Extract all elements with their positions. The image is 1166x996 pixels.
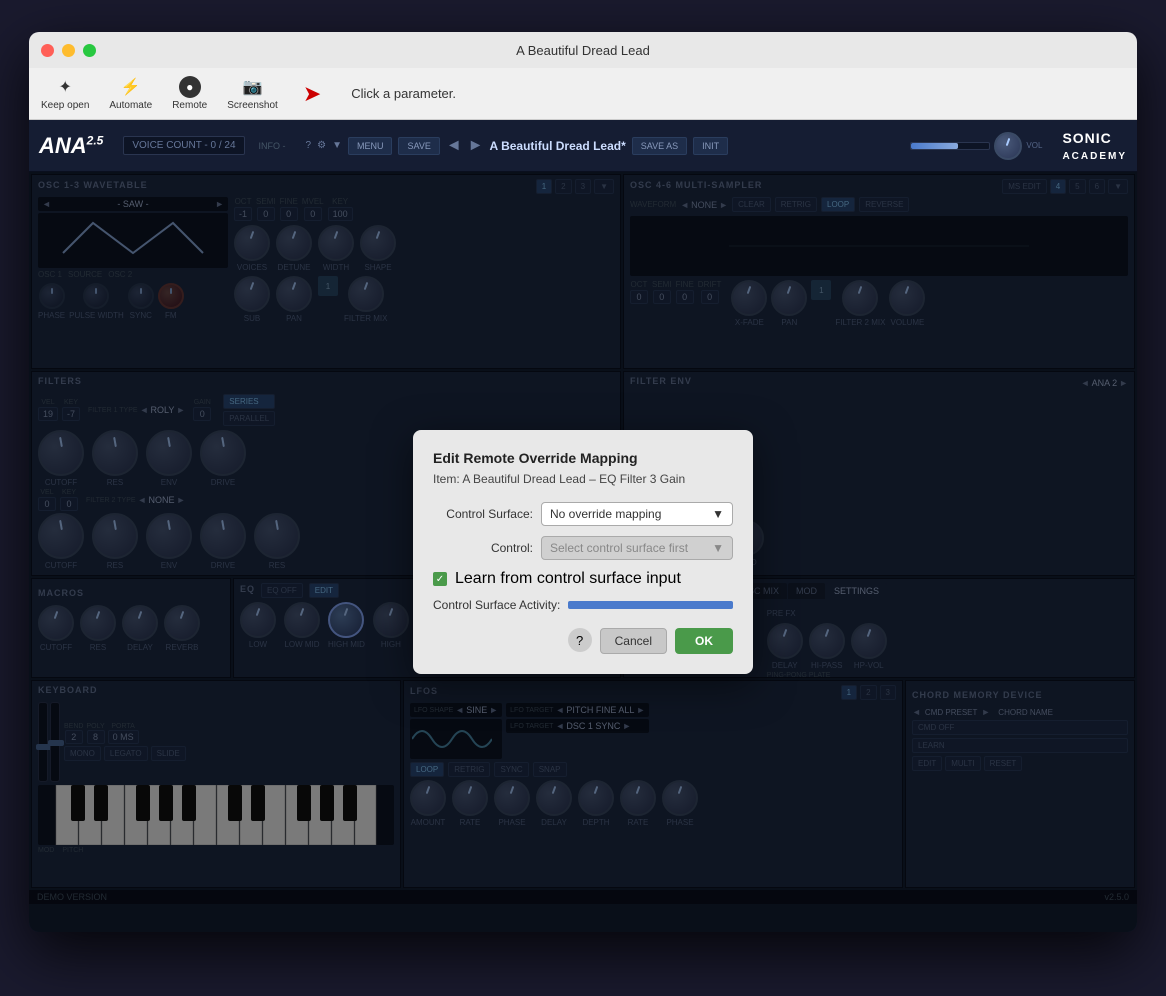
learn-checkbox[interactable]: ✓ (433, 572, 447, 586)
volume-knob[interactable] (994, 132, 1022, 160)
minimize-button[interactable] (62, 44, 75, 57)
close-button[interactable] (41, 44, 54, 57)
click-instruction: Click a parameter. (351, 86, 456, 101)
synth-header: ANA2.5 VOICE COUNT - 0 / 24 INFO - ? ⚙ ▼… (29, 120, 1137, 172)
volume-area: VOL (910, 132, 1042, 160)
title-bar: A Beautiful Dread Lead (29, 32, 1137, 68)
save-button[interactable]: SAVE (398, 137, 439, 155)
modal-title: Edit Remote Override Mapping (433, 450, 733, 466)
control-surface-select[interactable]: No override mapping ▼ (541, 502, 733, 526)
settings-icon[interactable]: ⚙ (317, 140, 326, 151)
keep-open-icon: ✦ (54, 76, 76, 98)
remote-icon: ● (179, 76, 201, 98)
modal-subtitle: Item: A Beautiful Dread Lead – EQ Filter… (433, 472, 733, 486)
ctrl-placeholder: Select control surface first (550, 541, 688, 555)
toolbar-automate[interactable]: ⚡ Automate (109, 76, 152, 111)
ctrl-arrow: ▼ (712, 541, 724, 555)
control-surface-row: Control Surface: No override mapping ▼ (433, 502, 733, 526)
save-as-button[interactable]: SAVE AS (632, 137, 687, 155)
activity-row: Control Surface Activity: (433, 598, 733, 612)
synth-menu-area: ? ⚙ ▼ MENU SAVE ◄ ► A Beautiful Dread Le… (306, 137, 729, 155)
prev-patch-icon[interactable]: ◄ (446, 137, 462, 155)
menu-button[interactable]: MENU (348, 137, 393, 155)
toolbar-remote[interactable]: ● Remote (172, 76, 207, 111)
learn-row[interactable]: ✓ Learn from control surface input (433, 570, 733, 588)
sonic-logo: SONICACADEMY (1062, 130, 1127, 162)
voice-count: VOICE COUNT - 0 / 24 (123, 136, 244, 155)
modal-help-btn[interactable]: ? (568, 628, 592, 652)
ok-button[interactable]: OK (675, 628, 733, 654)
main-window: A Beautiful Dread Lead ✦ Keep open ⚡ Aut… (29, 32, 1137, 932)
screenshot-icon: 📷 (242, 76, 264, 98)
window-controls (41, 44, 96, 57)
modal-buttons: ? Cancel OK (433, 628, 733, 654)
cs-label: Control Surface: (433, 507, 533, 521)
toolbar: ✦ Keep open ⚡ Automate ● Remote 📷 Screen… (29, 68, 1137, 120)
patch-name: A Beautiful Dread Lead* (490, 139, 626, 153)
arrow-icon: ➤ (303, 81, 321, 107)
modal-overlay: Edit Remote Override Mapping Item: A Bea… (29, 172, 1137, 932)
init-button[interactable]: INIT (693, 137, 728, 155)
control-select: Select control surface first ▼ (541, 536, 733, 560)
cancel-button[interactable]: Cancel (600, 628, 667, 654)
vol-label: VOL (1026, 141, 1042, 150)
help-icon[interactable]: ? (306, 140, 312, 151)
edit-remote-modal: Edit Remote Override Mapping Item: A Bea… (413, 430, 753, 674)
control-row: Control: Select control surface first ▼ (433, 536, 733, 560)
toolbar-screenshot[interactable]: 📷 Screenshot (227, 76, 278, 111)
toolbar-keep-open[interactable]: ✦ Keep open (41, 76, 89, 111)
learn-label: Learn from control surface input (455, 570, 681, 588)
window-title: A Beautiful Dread Lead (516, 43, 650, 58)
activity-label: Control Surface Activity: (433, 598, 560, 612)
info-label: INFO - (259, 141, 286, 151)
cs-value: No override mapping (550, 507, 661, 521)
ana-logo: ANA2.5 (39, 133, 103, 159)
ctrl-label: Control: (433, 541, 533, 555)
cs-arrow: ▼ (712, 507, 724, 521)
next-patch-icon[interactable]: ► (468, 137, 484, 155)
synth-body: ANA2.5 VOICE COUNT - 0 / 24 INFO - ? ⚙ ▼… (29, 120, 1137, 932)
activity-bar (568, 601, 733, 609)
expand-icon[interactable]: ▼ (332, 140, 342, 151)
volume-bar (910, 142, 990, 150)
ana-version: 2.5 (87, 133, 104, 147)
maximize-button[interactable] (83, 44, 96, 57)
volume-fill (911, 143, 958, 149)
synth-content: OSC 1-3 WAVETABLE 1 2 3 ▼ (29, 172, 1137, 932)
automate-icon: ⚡ (120, 76, 142, 98)
